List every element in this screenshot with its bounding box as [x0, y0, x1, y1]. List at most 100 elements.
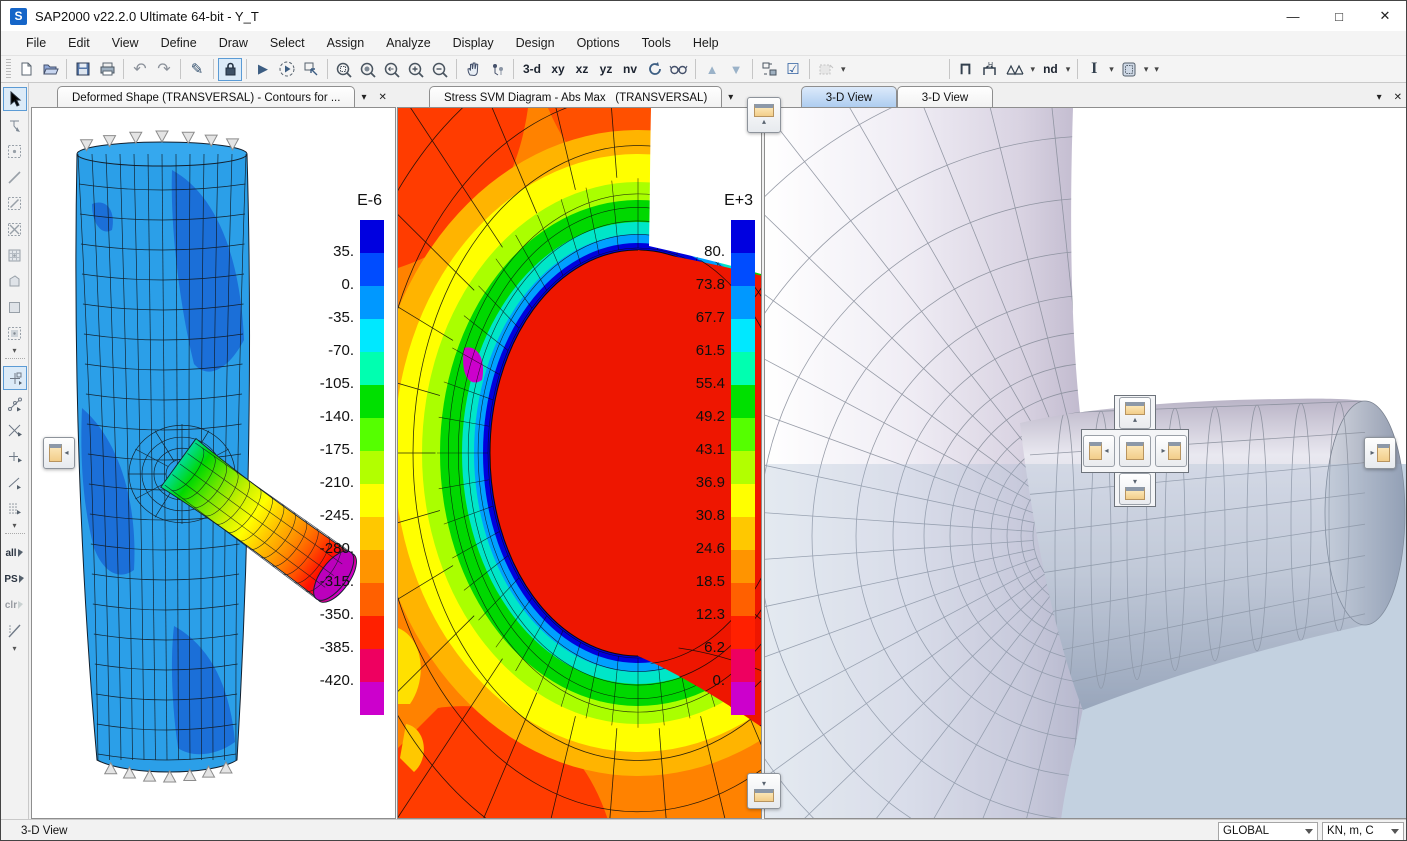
rotate-3d-view-button[interactable] — [642, 58, 666, 81]
quick-draw-brace-button[interactable] — [1002, 58, 1028, 81]
reshape-object-button[interactable] — [3, 113, 27, 137]
save-model-button[interactable] — [71, 58, 95, 81]
quick-draw-caret[interactable]: ▾ — [1028, 58, 1039, 81]
view-xz-button[interactable]: xz — [570, 58, 594, 81]
dock-right-guide[interactable]: ▸ — [1364, 437, 1396, 469]
perspective-toggle-button[interactable] — [666, 58, 691, 81]
maximize-button[interactable]: □ — [1316, 1, 1362, 31]
rect-section-caret[interactable]: ▾ — [1141, 58, 1152, 81]
draw-braces-button[interactable] — [3, 217, 27, 241]
quick-draw-frame-rail-button[interactable] — [3, 191, 27, 215]
menu-view[interactable]: View — [101, 33, 150, 53]
snap-perpendicular-button[interactable] — [3, 444, 27, 468]
pen-button[interactable]: ✎ — [185, 58, 209, 81]
snap-midpoints-ends-button[interactable] — [3, 392, 27, 416]
more-select-caret[interactable]: ▾ — [12, 644, 16, 654]
previous-selection-button[interactable]: PS — [3, 567, 27, 591]
dock-top-guide[interactable]: ▴ — [747, 97, 781, 133]
deformed-tab-close[interactable]: ✕ — [372, 87, 392, 107]
i-section-button[interactable]: I — [1082, 58, 1106, 81]
menu-options[interactable]: Options — [566, 33, 631, 53]
dock-tab-left-button[interactable]: ◂ — [1083, 435, 1115, 467]
select-arrow-button[interactable] — [3, 87, 27, 111]
coord-system-dropdown[interactable]: GLOBAL — [1218, 822, 1318, 841]
menu-tools[interactable]: Tools — [631, 33, 682, 53]
draw-poly-area-button[interactable] — [3, 269, 27, 293]
dock-tab-top-button[interactable]: ▴ — [1119, 397, 1151, 429]
quick-draw-beam-button[interactable]: H — [978, 58, 1002, 81]
close-button[interactable]: ✕ — [1362, 1, 1407, 31]
tab-3d-view-2[interactable]: 3-D View — [897, 86, 993, 107]
restore-full-view-button[interactable] — [356, 58, 380, 81]
named-views-button[interactable] — [485, 58, 509, 81]
select-all-button[interactable]: all — [3, 541, 27, 565]
menu-file[interactable]: File — [15, 33, 57, 53]
tab-deformed-shape[interactable]: Deformed Shape (TRANSVERSAL) - Contours … — [57, 86, 355, 107]
menu-analyze[interactable]: Analyze — [375, 33, 441, 53]
deformed-shape-canvas[interactable]: E-6 35.0.-35.-70.-105.-140.-175.-210.-24… — [31, 107, 396, 819]
view3d-tab-close[interactable]: ✕ — [1388, 87, 1407, 107]
menu-design[interactable]: Design — [505, 33, 566, 53]
deselect-button[interactable] — [3, 619, 27, 643]
dock-left-guide[interactable]: ◂ — [43, 437, 75, 469]
deformed-tab-caret[interactable]: ▾ — [355, 87, 372, 107]
snap-joints-button[interactable] — [3, 366, 27, 390]
snap-intersections-button[interactable] — [3, 418, 27, 442]
clear-selection-button[interactable]: clr — [3, 593, 27, 617]
dock-tab-right-button[interactable]: ▸ — [1155, 435, 1187, 467]
snap-fine-grid-button[interactable] — [3, 496, 27, 520]
quick-draw-area-button[interactable] — [3, 321, 27, 345]
i-section-caret[interactable]: ▾ — [1106, 58, 1117, 81]
view-nv-button[interactable]: nv — [618, 58, 642, 81]
more-display-options-button[interactable] — [814, 58, 838, 81]
menu-help[interactable]: Help — [682, 33, 730, 53]
units-dropdown[interactable]: KN, m, C — [1322, 822, 1404, 841]
snap-lines-edges-button[interactable] — [3, 470, 27, 494]
print-button[interactable] — [95, 58, 119, 81]
move-up-in-list-button[interactable]: ▲ — [700, 58, 724, 81]
menu-display[interactable]: Display — [442, 33, 505, 53]
nd-caret[interactable]: ▾ — [1063, 58, 1074, 81]
run-analysis-options-button[interactable] — [275, 58, 299, 81]
minimize-button[interactable]: — — [1270, 1, 1316, 31]
more-draw-tools-caret[interactable]: ▾ — [12, 346, 16, 356]
nd-button[interactable]: nd — [1038, 58, 1063, 81]
open-file-button[interactable] — [38, 58, 62, 81]
view3d-tab-caret[interactable]: ▾ — [1371, 87, 1388, 107]
extra-caret[interactable]: ▾ — [1151, 58, 1162, 81]
redo-button[interactable]: ↷ — [152, 58, 176, 81]
set-display-options-button[interactable]: ☑ — [781, 58, 805, 81]
draw-joint-button[interactable] — [3, 139, 27, 163]
view-3d-button[interactable]: 3-d — [518, 58, 546, 81]
object-shrink-toggle-button[interactable] — [757, 58, 781, 81]
rect-section-button[interactable] — [1117, 58, 1141, 81]
menu-draw[interactable]: Draw — [208, 33, 259, 53]
refresh-window-button[interactable] — [299, 58, 323, 81]
quick-draw-frame-button[interactable]: ⊓ — [954, 58, 978, 81]
draw-rect-area-button[interactable] — [3, 295, 27, 319]
stress-tab-caret[interactable]: ▾ — [722, 87, 739, 107]
menu-define[interactable]: Define — [150, 33, 208, 53]
tab-3d-view-1[interactable]: 3-D View — [801, 86, 897, 107]
dock-tab-bottom-button[interactable]: ▾ — [1119, 473, 1151, 505]
rubber-band-zoom-button[interactable] — [332, 58, 356, 81]
dock-tab-center-button[interactable] — [1119, 435, 1151, 467]
menu-edit[interactable]: Edit — [57, 33, 101, 53]
lock-model-button[interactable] — [218, 58, 242, 81]
zoom-in-button[interactable] — [404, 58, 428, 81]
new-model-button[interactable] — [14, 58, 38, 81]
tab-stress-svm[interactable]: Stress SVM Diagram - Abs Max (TRANSVERSA… — [429, 86, 722, 107]
draw-frame-button[interactable] — [3, 165, 27, 189]
display-options-caret[interactable]: ▾ — [838, 58, 849, 81]
view-yz-button[interactable]: yz — [594, 58, 618, 81]
run-analysis-button[interactable]: ▶ — [251, 58, 275, 81]
more-snap-caret[interactable]: ▾ — [12, 521, 16, 531]
view-xy-button[interactable]: xy — [546, 58, 570, 81]
dock-bottom-guide[interactable]: ▾ — [747, 773, 781, 809]
undo-button[interactable]: ↶ — [128, 58, 152, 81]
draw-wall-button[interactable] — [3, 243, 27, 267]
stress-canvas[interactable]: E+3 80.73.867.761.555.449.243.136.930.82… — [397, 107, 762, 819]
menu-assign[interactable]: Assign — [316, 33, 376, 53]
pan-button[interactable] — [461, 58, 485, 81]
zoom-out-button[interactable] — [428, 58, 452, 81]
